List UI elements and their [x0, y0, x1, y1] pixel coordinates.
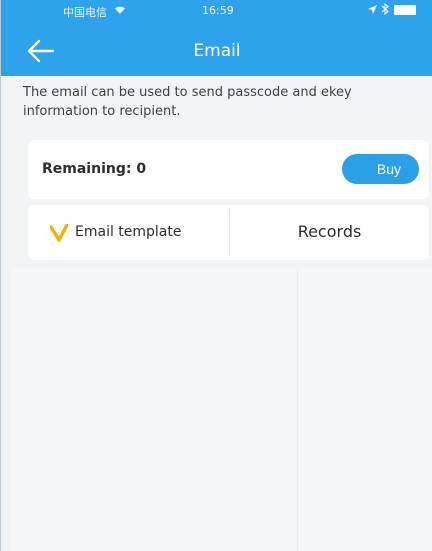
tab-records[interactable]: Records — [230, 205, 429, 260]
email-description: The email can be used to send passcode a… — [23, 85, 352, 119]
content-area — [11, 268, 432, 551]
tab-email-template[interactable]: Email template — [28, 205, 229, 260]
battery-icon — [394, 5, 416, 15]
check-icon — [50, 224, 68, 242]
tab-records-label: Records — [297, 222, 362, 241]
bluetooth-icon — [381, 3, 389, 15]
tab-bar: Email template Records — [28, 205, 429, 260]
remaining-card: Remaining: 0 Buy — [28, 140, 429, 199]
remaining-count: Remaining: 0 — [42, 161, 147, 177]
app-header: 中国电信 16:59 Email — [1, 0, 432, 76]
content-divider — [297, 268, 298, 551]
page-title: Email — [193, 41, 241, 61]
email-screen: 中国电信 16:59 Email The email can be used t… — [0, 0, 432, 551]
status-time: 16:59 — [202, 4, 234, 17]
buy-button[interactable]: Buy — [342, 154, 419, 184]
carrier-label: 中国电信 — [63, 6, 107, 19]
tab-email-template-label: Email template — [75, 224, 182, 240]
location-arrow-icon — [368, 5, 377, 14]
wifi-icon — [115, 6, 125, 14]
status-bar: 中国电信 16:59 — [1, 0, 432, 22]
